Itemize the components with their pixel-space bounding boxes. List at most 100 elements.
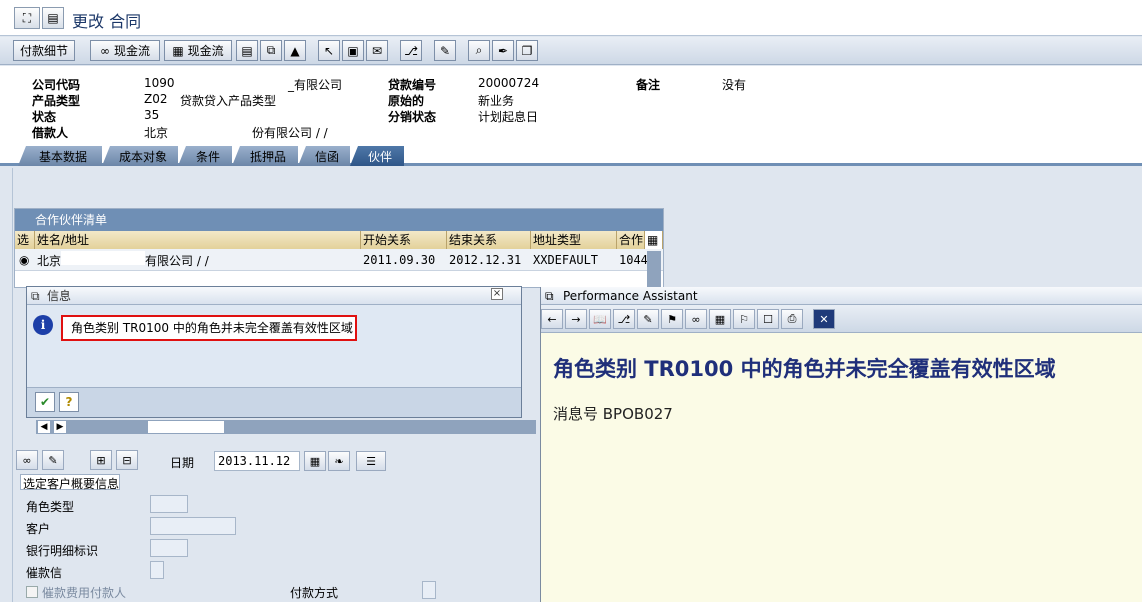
scroll-left-icon[interactable]: ◀ [38,421,50,433]
dist-status-label: 分销状态 [388,110,437,124]
delete-row-icon[interactable]: ⊟ [116,450,138,470]
company-code-suffix: _有限公司 [288,78,343,92]
pencil-icon[interactable]: ✎ [42,450,64,470]
forward-icon[interactable]: → [565,309,587,329]
book-icon[interactable]: 📖 [589,309,611,329]
horizontal-scrollbar[interactable]: ◀ ▶ [36,420,536,434]
row-name-suffix: 有限公司 / / [145,254,209,268]
col-start[interactable]: 开始关系 [361,231,447,249]
scroll-icon[interactable]: ❧ [328,451,350,471]
customer-field[interactable] [150,517,236,535]
table-row[interactable]: ◉ 北京 有限公司 / / 2011.09.30 2012.12.31 XXDEF… [15,249,663,287]
tab-partner[interactable]: 伙伴 [350,146,404,166]
fee-payer-checkbox[interactable] [26,586,38,598]
edit-icon[interactable]: ✎ [434,40,456,61]
borrower-label: 借款人 [32,126,69,140]
row-radio[interactable]: ◉ [19,251,29,269]
info-message: 角色类别 TR0100 中的角色并未完全覆盖有效性区域 [61,315,357,341]
col-end[interactable]: 结束关系 [447,231,531,249]
back-icon[interactable]: ← [541,309,563,329]
tab-collateral[interactable]: 抵押品 [232,146,298,166]
cashflow-button-1[interactable]: ∞ 现金流 [90,40,160,61]
pa-toolbar: ← → 📖 ⎇ ✎ ⚑ ∞ ▦ ⚐ ☐ ⎙ ✕ [541,305,1142,333]
dialog-footer: ✔ ? [27,387,521,417]
print-icon[interactable]: ⎙ [781,309,803,329]
calendar-icon[interactable]: ▦ [304,451,326,471]
role-type-label: 角色类型 [26,500,75,514]
menu-icon[interactable]: ⛶ [14,7,40,29]
lower-toolbar: ∞ ✎ ⊞ ⊟ [16,450,140,470]
payment-method-field[interactable] [422,581,436,599]
scroll-thumb[interactable] [148,421,224,433]
panel-icon[interactable]: ▣ [342,40,364,61]
mail-icon[interactable]: ✉ [366,40,388,61]
tab-conditions[interactable]: 条件 [178,146,232,166]
row-name: 北京 [37,254,62,268]
tab-correspondence[interactable]: 信函 [298,146,350,166]
section-title: 选定客户概要信息 [20,474,120,491]
bank-detail-field[interactable] [150,539,188,557]
company-code-label: 公司代码 [32,78,81,92]
edit-icon[interactable]: ✎ [637,309,659,329]
pa-heading: 角色类别 TR0100 中的角色并未完全覆盖有效性区域 [553,357,1056,381]
confirm-check-icon[interactable]: ✔ [35,392,55,412]
col-addr-type[interactable]: 地址类型 [531,231,617,249]
list-icon[interactable]: ▤ [236,40,258,61]
borrower-value: 北京 [144,126,169,140]
status-value: 35 [144,108,160,122]
pa-title: Performance Assistant [563,289,698,303]
tree-icon[interactable]: ⎇ [613,309,635,329]
cursor-icon[interactable]: ↖ [318,40,340,61]
info-dialog-titlebar: ⧉ 信息 × [27,287,521,305]
notes-icon[interactable]: ☰ [356,451,386,471]
search-icon[interactable]: ⌕ [468,40,490,61]
title-bar: ⛶ ▤ 更改 合同 [0,0,1142,36]
close-icon[interactable]: ✕ [813,309,835,329]
cashflow-button-2[interactable]: ▦ 现金流 [164,40,232,61]
dunning-field[interactable] [150,561,164,579]
column-settings-icon[interactable]: ▦ [645,231,663,249]
product-type-label: 产品类型 [32,94,81,108]
pen-icon[interactable]: ✒ [492,40,514,61]
table-icon: ▦ [172,43,184,58]
copy-icon[interactable]: ⧉ [260,40,282,61]
document-icon[interactable]: ▤ [42,7,64,29]
loan-no-value: 20000724 [478,76,540,90]
close-icon[interactable]: × [491,288,503,300]
scroll-right-icon[interactable]: ▶ [54,421,66,433]
tab-basic-data[interactable]: 基本数据 [18,146,102,166]
col-partner[interactable]: 合作 [617,231,645,249]
add-row-icon[interactable]: ⊞ [90,450,112,470]
row-start: 2011.09.30 [363,253,436,267]
row-addr-type: XXDEFAULT [533,253,599,267]
row-end: 2012.12.31 [449,253,522,267]
date-field[interactable]: 2013.11.12 [214,451,300,471]
col-name[interactable]: 姓名/地址 [35,231,361,249]
contract-header: 公司代码 1090 _有限公司 产品类型 Z02 贷款贷入产品类型 状态 35 … [0,66,1142,146]
flag-icon[interactable]: ⚐ [733,309,755,329]
partner-table: 合作伙伴清单 选 姓名/地址 开始关系 结束关系 地址类型 合作 ▦ ◉ 北京 有… [14,208,664,288]
glasses-icon[interactable]: ∞ [685,309,707,329]
hierarchy-icon[interactable]: ⎇ [400,40,422,61]
vertical-scrollbar[interactable] [647,251,661,287]
help-icon[interactable]: ? [59,392,79,412]
customer-summary: 选定客户概要信息 角色类型 客户 银行明细标识 催款信 催款费用付款人 付款方式 [20,474,540,602]
date-label: 日期 [170,456,195,470]
status-label: 状态 [32,110,57,124]
tab-cost-object[interactable]: 成本对象 [102,146,178,166]
company-code-value: 1090 [144,76,175,90]
payment-detail-button[interactable]: 付款细节 [13,40,75,61]
note-icon[interactable]: ☐ [757,309,779,329]
product-type-desc: 贷款贷入产品类型 [180,94,277,108]
table-icon[interactable]: ▦ [709,309,731,329]
bookmark-icon[interactable]: ⚑ [661,309,683,329]
pages-icon[interactable]: ❐ [516,40,538,61]
page-title: 更改 合同 [72,12,142,31]
glasses-icon[interactable]: ∞ [16,450,38,470]
info-dialog-title: 信息 [47,289,72,303]
col-select[interactable]: 选 [15,231,35,249]
role-type-field[interactable] [150,495,188,513]
fee-payer-label: 催款费用付款人 [42,586,127,600]
picture-icon[interactable]: ▲ [284,40,306,61]
pa-titlebar: ⧉ Performance Assistant [541,287,1142,305]
